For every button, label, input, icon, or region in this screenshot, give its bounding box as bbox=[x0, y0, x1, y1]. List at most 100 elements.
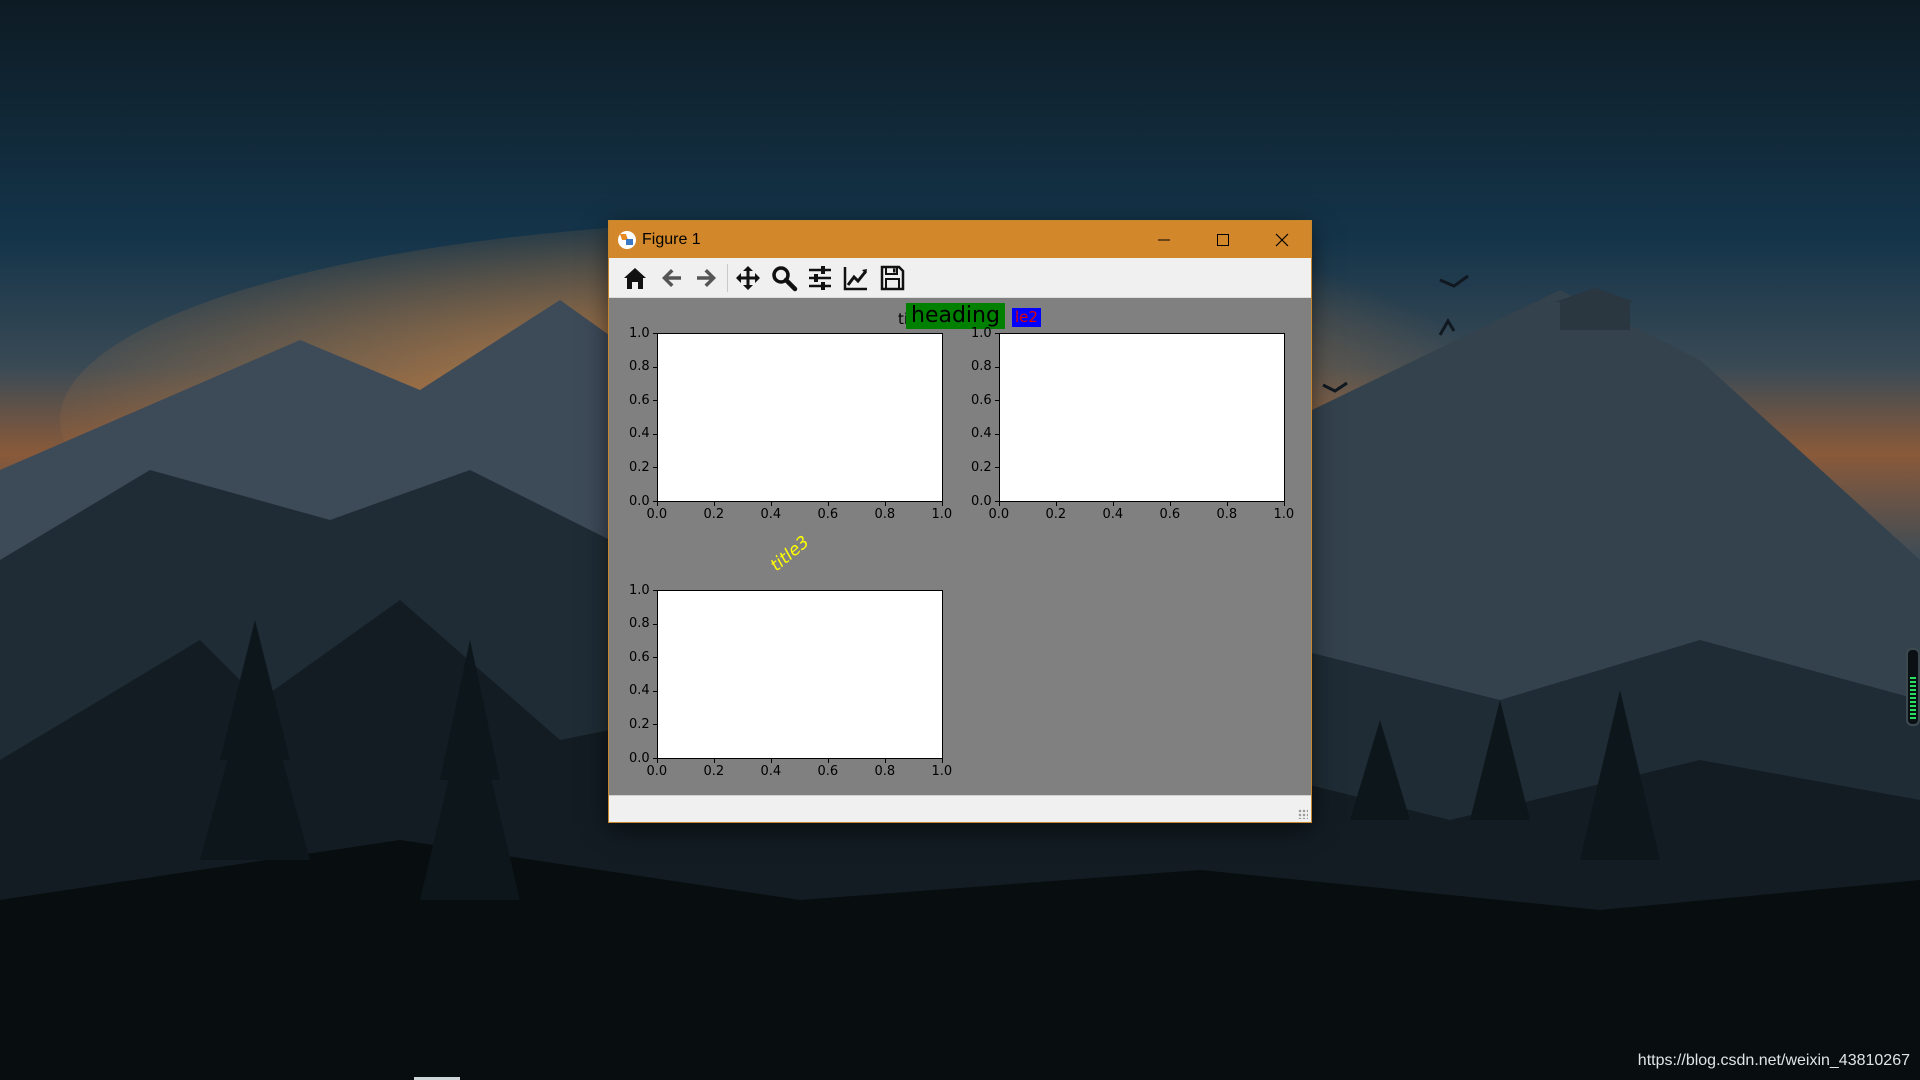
window-titlebar[interactable]: Figure 1 bbox=[609, 221, 1311, 258]
y-tick-label: 0.0 bbox=[971, 493, 992, 509]
x-tick-label: 0.6 bbox=[1159, 507, 1181, 522]
y-tick-label: 0.4 bbox=[971, 426, 992, 442]
x-tick-label: 1.0 bbox=[931, 507, 953, 522]
y-tick-label: 1.0 bbox=[971, 325, 992, 341]
save-button[interactable] bbox=[874, 261, 910, 295]
y-tick-mark bbox=[995, 433, 999, 435]
y-tick-mark bbox=[653, 400, 657, 402]
x-tick-label: 0.8 bbox=[874, 764, 896, 779]
watermark-text: https://blog.csdn.net/weixin_43810267 bbox=[1637, 1052, 1910, 1069]
x-tick-label: 0.0 bbox=[646, 764, 668, 779]
x-tick-label: 0.2 bbox=[703, 764, 725, 779]
y-tick-mark bbox=[653, 657, 657, 659]
configure-subplots-button[interactable] bbox=[802, 261, 838, 295]
forward-arrow-icon bbox=[697, 268, 716, 287]
y-tick-label: 0.4 bbox=[629, 683, 650, 699]
x-tick-label: 1.0 bbox=[931, 764, 953, 779]
matplotlib-app-icon bbox=[618, 230, 636, 249]
x-tick-mark bbox=[828, 502, 829, 506]
back-arrow-icon bbox=[662, 268, 681, 287]
minimize-button[interactable] bbox=[1134, 221, 1193, 258]
x-tick-label: 0.8 bbox=[1216, 507, 1238, 522]
y-tick-label: 0.8 bbox=[629, 359, 650, 375]
forward-button[interactable] bbox=[689, 261, 725, 295]
home-icon bbox=[624, 267, 646, 289]
edit-axis-button[interactable] bbox=[838, 261, 874, 295]
x-tick-mark bbox=[1284, 502, 1285, 506]
x-tick-label: 0.2 bbox=[1045, 507, 1067, 522]
y-tick-mark bbox=[653, 366, 657, 368]
maximize-button[interactable] bbox=[1193, 221, 1252, 258]
x-tick-label: 0.4 bbox=[1102, 507, 1124, 522]
x-tick-label: 0.6 bbox=[817, 764, 839, 779]
y-tick-label: 1.0 bbox=[629, 325, 650, 341]
y-tick-label: 0.2 bbox=[971, 459, 992, 475]
y-tick-label: 1.0 bbox=[629, 582, 650, 598]
edit-axis-curve-icon bbox=[843, 266, 868, 290]
toolbar-separator bbox=[727, 263, 728, 292]
y-tick-mark bbox=[995, 400, 999, 402]
x-tick-mark bbox=[999, 502, 1000, 506]
window-title: Figure 1 bbox=[642, 230, 701, 248]
x-tick-mark bbox=[942, 502, 943, 506]
subplot-2-axes[interactable] bbox=[999, 333, 1285, 502]
x-tick-mark bbox=[657, 759, 658, 763]
y-tick-label: 0.0 bbox=[629, 493, 650, 509]
x-tick-mark bbox=[1056, 502, 1057, 506]
figure-window[interactable]: Figure 1 ti le2 heading title3 0.0 0.2 0… bbox=[609, 221, 1311, 822]
y-tick-label: 0.4 bbox=[629, 426, 650, 442]
x-tick-mark bbox=[885, 759, 886, 763]
x-tick-mark bbox=[1170, 502, 1171, 506]
y-tick-mark bbox=[653, 501, 657, 502]
x-tick-label: 0.4 bbox=[760, 764, 782, 779]
subplots-config-icon bbox=[809, 265, 831, 290]
y-tick-label: 0.2 bbox=[629, 459, 650, 475]
battery-indicator bbox=[1906, 648, 1920, 726]
close-button[interactable] bbox=[1252, 221, 1311, 258]
y-tick-label: 0.8 bbox=[971, 359, 992, 375]
x-tick-mark bbox=[1113, 502, 1114, 506]
y-tick-mark bbox=[653, 690, 657, 692]
resize-grip-icon[interactable] bbox=[1298, 809, 1308, 819]
subplot-3-axes[interactable] bbox=[657, 590, 943, 759]
minimize-icon bbox=[1157, 239, 1170, 240]
x-tick-mark bbox=[657, 502, 658, 506]
subplot-3-title: title3 bbox=[766, 532, 814, 576]
y-tick-label: 0.6 bbox=[629, 392, 650, 408]
subplot-2-title: le2 bbox=[1012, 308, 1041, 327]
y-tick-mark bbox=[653, 590, 657, 591]
subplot-1-axes[interactable] bbox=[657, 333, 943, 502]
x-tick-mark bbox=[828, 759, 829, 763]
x-tick-label: 0.2 bbox=[703, 507, 725, 522]
x-tick-mark bbox=[714, 502, 715, 506]
navigation-toolbar bbox=[609, 258, 1311, 298]
y-tick-label: 0.6 bbox=[629, 649, 650, 665]
x-tick-label: 0.0 bbox=[646, 507, 668, 522]
y-tick-label: 0.0 bbox=[629, 750, 650, 766]
zoom-button[interactable] bbox=[766, 261, 802, 295]
x-tick-mark bbox=[942, 759, 943, 763]
back-button[interactable] bbox=[653, 261, 689, 295]
x-tick-mark bbox=[714, 759, 715, 763]
save-floppy-icon bbox=[880, 265, 905, 290]
y-tick-label: 0.8 bbox=[629, 616, 650, 632]
pan-move-icon bbox=[736, 265, 760, 290]
x-tick-mark bbox=[885, 502, 886, 506]
x-tick-mark bbox=[771, 759, 772, 763]
y-tick-label: 0.6 bbox=[971, 392, 992, 408]
y-tick-mark bbox=[653, 758, 657, 759]
pan-button[interactable] bbox=[730, 261, 766, 295]
y-tick-mark bbox=[995, 333, 999, 334]
x-tick-label: 0.8 bbox=[874, 507, 896, 522]
x-tick-label: 0.4 bbox=[760, 507, 782, 522]
x-tick-mark bbox=[771, 502, 772, 506]
y-tick-mark bbox=[653, 724, 657, 726]
home-button[interactable] bbox=[617, 261, 653, 295]
x-tick-label: 1.0 bbox=[1273, 507, 1295, 522]
y-tick-mark bbox=[653, 333, 657, 334]
y-tick-mark bbox=[995, 467, 999, 469]
zoom-magnifier-icon bbox=[772, 265, 798, 291]
figure-canvas[interactable]: ti le2 heading title3 0.0 0.2 0.4 0.6 0.8 1.0… bbox=[609, 298, 1311, 796]
y-tick-label: 0.2 bbox=[629, 716, 650, 732]
x-tick-label: 0.6 bbox=[817, 507, 839, 522]
